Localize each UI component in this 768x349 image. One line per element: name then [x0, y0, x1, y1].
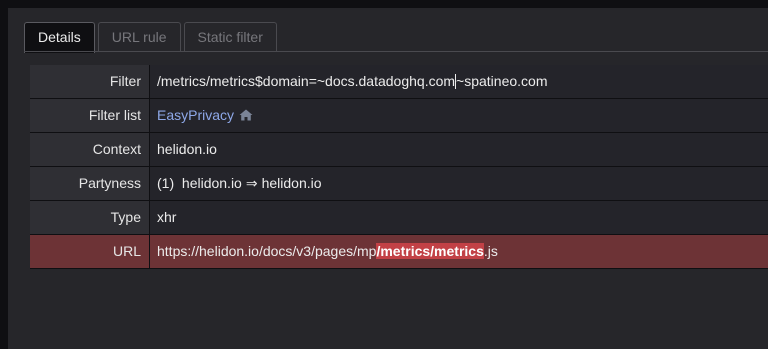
- tab-divider: [24, 51, 768, 52]
- url-suffix: .js: [483, 243, 498, 259]
- partyness-value: (1) helidon.io ⇒ helidon.io: [150, 167, 768, 200]
- tab-static-filter[interactable]: Static filter: [183, 22, 277, 52]
- type-value: xhr: [150, 201, 768, 234]
- context-label: Context: [30, 133, 150, 166]
- filter-label: Filter: [30, 65, 150, 98]
- party-to: helidon.io: [261, 175, 322, 191]
- partyness-row: Partyness (1) helidon.io ⇒ helidon.io: [30, 167, 768, 201]
- url-label: URL: [30, 235, 150, 268]
- home-icon[interactable]: [239, 100, 253, 132]
- filter-text-after: ~spatineo.com: [456, 73, 548, 89]
- url-value: https://helidon.io/docs/v3/pages/mp/metr…: [150, 235, 768, 268]
- details-table: Filter /metrics/metrics$domain=~docs.dat…: [30, 65, 768, 269]
- filter-list-row: Filter list EasyPrivacy: [30, 99, 768, 133]
- filter-list-link[interactable]: EasyPrivacy: [157, 107, 234, 123]
- url-row: URL https://helidon.io/docs/v3/pages/mp/…: [30, 235, 768, 269]
- party-count: (1): [157, 175, 175, 191]
- tab-bar: Details URL rule Static filter: [24, 22, 280, 53]
- filter-row: Filter /metrics/metrics$domain=~docs.dat…: [30, 65, 768, 99]
- context-value: helidon.io: [150, 133, 768, 166]
- filter-text-before: /metrics/metrics$domain=~docs.datadoghq.…: [157, 73, 456, 89]
- tab-details[interactable]: Details: [24, 22, 95, 53]
- filter-list-value: EasyPrivacy: [150, 99, 768, 132]
- url-match-highlight: /metrics/metrics: [376, 243, 484, 259]
- url-prefix: https://helidon.io/docs/v3/pages/mp: [157, 243, 377, 259]
- context-row: Context helidon.io: [30, 133, 768, 167]
- type-label: Type: [30, 201, 150, 234]
- type-row: Type xhr: [30, 201, 768, 235]
- tab-url-rule[interactable]: URL rule: [97, 22, 181, 52]
- filter-list-label: Filter list: [30, 99, 150, 132]
- filter-value[interactable]: /metrics/metrics$domain=~docs.datadoghq.…: [150, 65, 768, 98]
- party-from: helidon.io: [181, 175, 242, 191]
- arrow-right-icon: ⇒: [245, 175, 258, 191]
- partyness-label: Partyness: [30, 167, 150, 200]
